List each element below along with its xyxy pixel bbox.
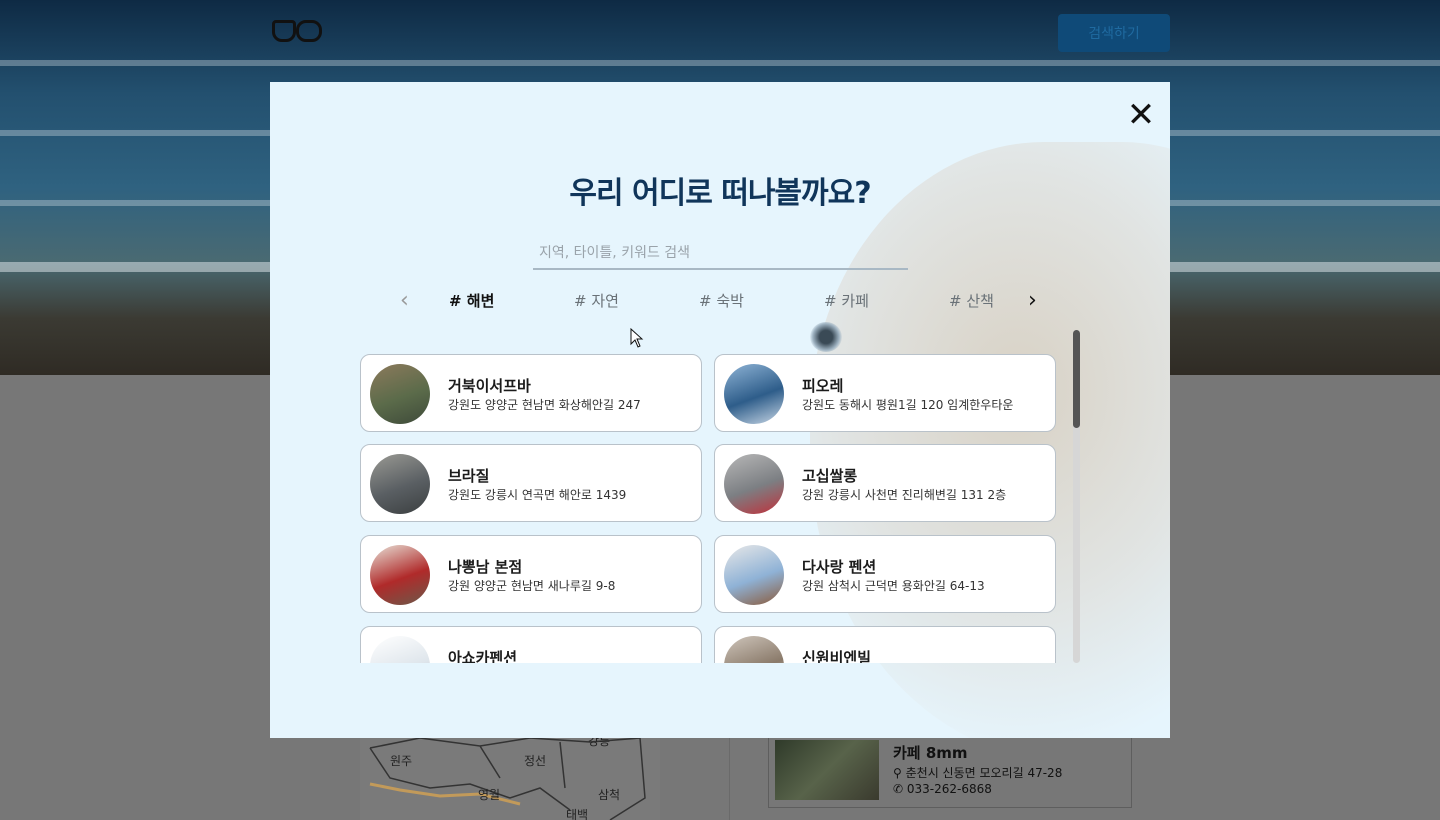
place-address: 강원도 강릉시 연곡면 해안로 1439: [448, 488, 627, 502]
dog-eye-decoration: [810, 322, 842, 352]
modal-title: 우리 어디로 떠나볼까요?: [569, 176, 871, 211]
region-map[interactable]: 원주 정선 영월 삼척 태백 강릉: [360, 734, 660, 820]
place-address: ⚲ 춘천시 신동면 모오리길 47-28: [893, 764, 1062, 781]
place-thumbnail: [724, 636, 784, 663]
chevron-left-icon[interactable]: ‹: [400, 286, 409, 316]
place-card[interactable]: 피오레 강원도 동해시 평원1길 120 임계한우타운: [714, 354, 1056, 432]
place-address: 강원 양양군 현남면 새나루길 9-8: [448, 579, 616, 593]
map-label: 원주: [390, 754, 413, 768]
background-place-card[interactable]: 카페 8mm ⚲ 춘천시 신동면 모오리길 47-28 ✆ 033-262-68…: [768, 738, 1132, 808]
hero-wave: [0, 60, 1440, 66]
header-search-button[interactable]: 검색하기: [1058, 14, 1170, 52]
map-label: 태백: [566, 808, 589, 820]
tag-cafe[interactable]: # 카페: [824, 290, 869, 311]
scrollbar-thumb[interactable]: [1073, 330, 1080, 428]
chevron-right-icon[interactable]: ›: [1028, 286, 1037, 316]
dog-logo-icon: [296, 20, 322, 42]
place-name: 나뽕남 본점: [448, 558, 523, 576]
place-thumbnail: [775, 740, 879, 800]
tag-walk[interactable]: # 산책: [949, 290, 994, 311]
place-thumbnail: [370, 545, 430, 605]
place-address: 강원도 동해시 평원1길 120 임계한우타운: [802, 398, 1014, 412]
place-address-text: 춘천시 신동면 모오리길 47-28: [905, 766, 1063, 780]
place-thumbnail: [370, 454, 430, 514]
phone-icon: ✆: [893, 782, 907, 796]
place-card[interactable]: 신원비엔빌: [714, 626, 1056, 663]
place-name: 거북이서프바: [448, 377, 531, 395]
place-card[interactable]: 브라질 강원도 강릉시 연곡면 해안로 1439: [360, 444, 702, 522]
place-card[interactable]: 고십쌀롱 강원 강릉시 사천면 진리해변길 131 2층: [714, 444, 1056, 522]
place-address: 강원 삼척시 근덕면 용화안길 64-13: [802, 579, 985, 593]
place-thumbnail: [370, 364, 430, 424]
cat-logo-icon: [272, 20, 296, 42]
place-card[interactable]: 거북이서프바 강원도 양양군 현남면 화상해안길 247: [360, 354, 702, 432]
search-field-wrapper: [533, 238, 908, 270]
tag-carousel: ‹ # 해변 # 자연 # 숙박 # 카페 # 산책 ›: [270, 286, 1170, 316]
close-icon[interactable]: ✕: [1126, 98, 1156, 132]
tag-beach[interactable]: # 해변: [449, 290, 494, 311]
place-thumbnail: [724, 454, 784, 514]
place-phone-text: 033-262-6868: [906, 782, 992, 796]
place-name: 피오레: [802, 377, 844, 395]
map-label: 삼척: [598, 788, 621, 802]
site-logo[interactable]: [272, 18, 324, 44]
place-address: 강원 강릉시 사천면 진리해변길 131 2층: [802, 488, 1007, 502]
location-pin-icon: ⚲: [893, 766, 906, 780]
place-card[interactable]: 아쇼카펜션: [360, 626, 702, 663]
map-label: 정선: [524, 754, 547, 768]
mouse-cursor-icon: [630, 328, 644, 348]
search-input[interactable]: [533, 238, 908, 268]
place-thumbnail: [724, 364, 784, 424]
place-name: 다사랑 펜션: [802, 558, 877, 576]
place-name: 아쇼카펜션: [448, 649, 518, 663]
place-thumbnail: [724, 545, 784, 605]
place-thumbnail: [370, 636, 430, 663]
place-name: 고십쌀롱: [802, 467, 858, 485]
search-modal: ✕ 우리 어디로 떠나볼까요? ‹ # 해변 # 자연 # 숙박 # 카페 # …: [270, 82, 1170, 738]
place-list: 거북이서프바 강원도 양양군 현남면 화상해안길 247 피오레 강원도 동해시…: [360, 354, 1076, 663]
region-map-outline-icon: [369, 738, 646, 820]
place-name: 신원비엔빌: [802, 649, 872, 663]
tag-nature[interactable]: # 자연: [574, 290, 619, 311]
map-label: 영월: [478, 788, 501, 802]
place-phone: ✆ 033-262-6868: [893, 782, 992, 796]
place-card[interactable]: 나뽕남 본점 강원 양양군 현남면 새나루길 9-8: [360, 535, 702, 613]
place-title: 카페 8mm: [893, 744, 968, 762]
divider: [729, 738, 730, 820]
tag-lodging[interactable]: # 숙박: [699, 290, 744, 311]
place-address: 강원도 양양군 현남면 화상해안길 247: [448, 398, 641, 412]
place-name: 브라질: [448, 467, 490, 485]
place-card[interactable]: 다사랑 펜션 강원 삼척시 근덕면 용화안길 64-13: [714, 535, 1056, 613]
